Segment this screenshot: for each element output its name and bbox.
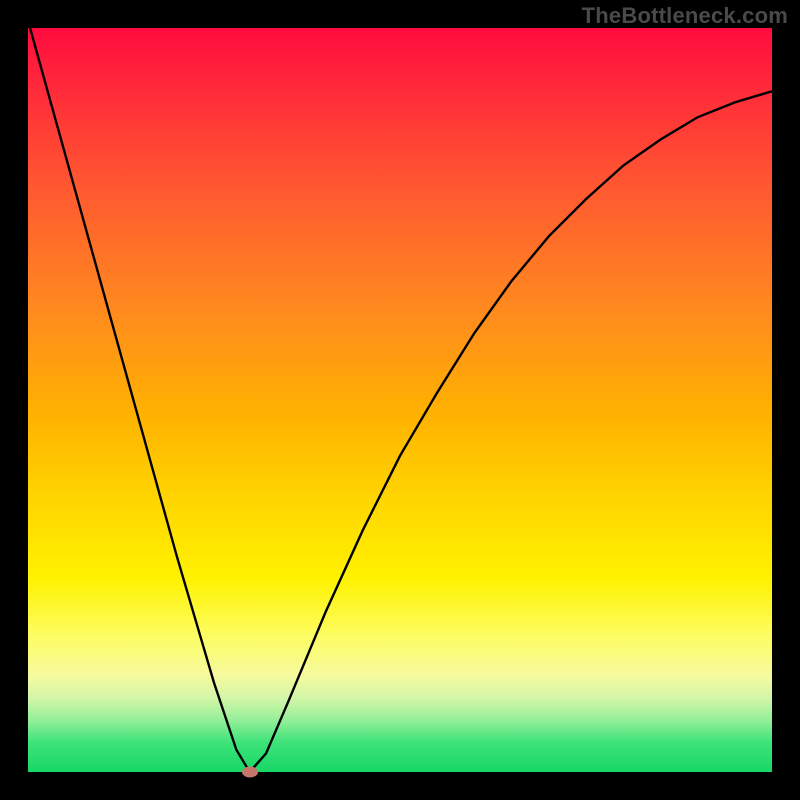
chart-svg [28, 28, 772, 772]
chart-gradient-bg [28, 28, 772, 772]
chart-frame: TheBottleneck.com [0, 0, 800, 800]
watermark-label: TheBottleneck.com [582, 3, 788, 29]
optimum-marker [242, 767, 258, 778]
bottleneck-curve [28, 28, 772, 772]
